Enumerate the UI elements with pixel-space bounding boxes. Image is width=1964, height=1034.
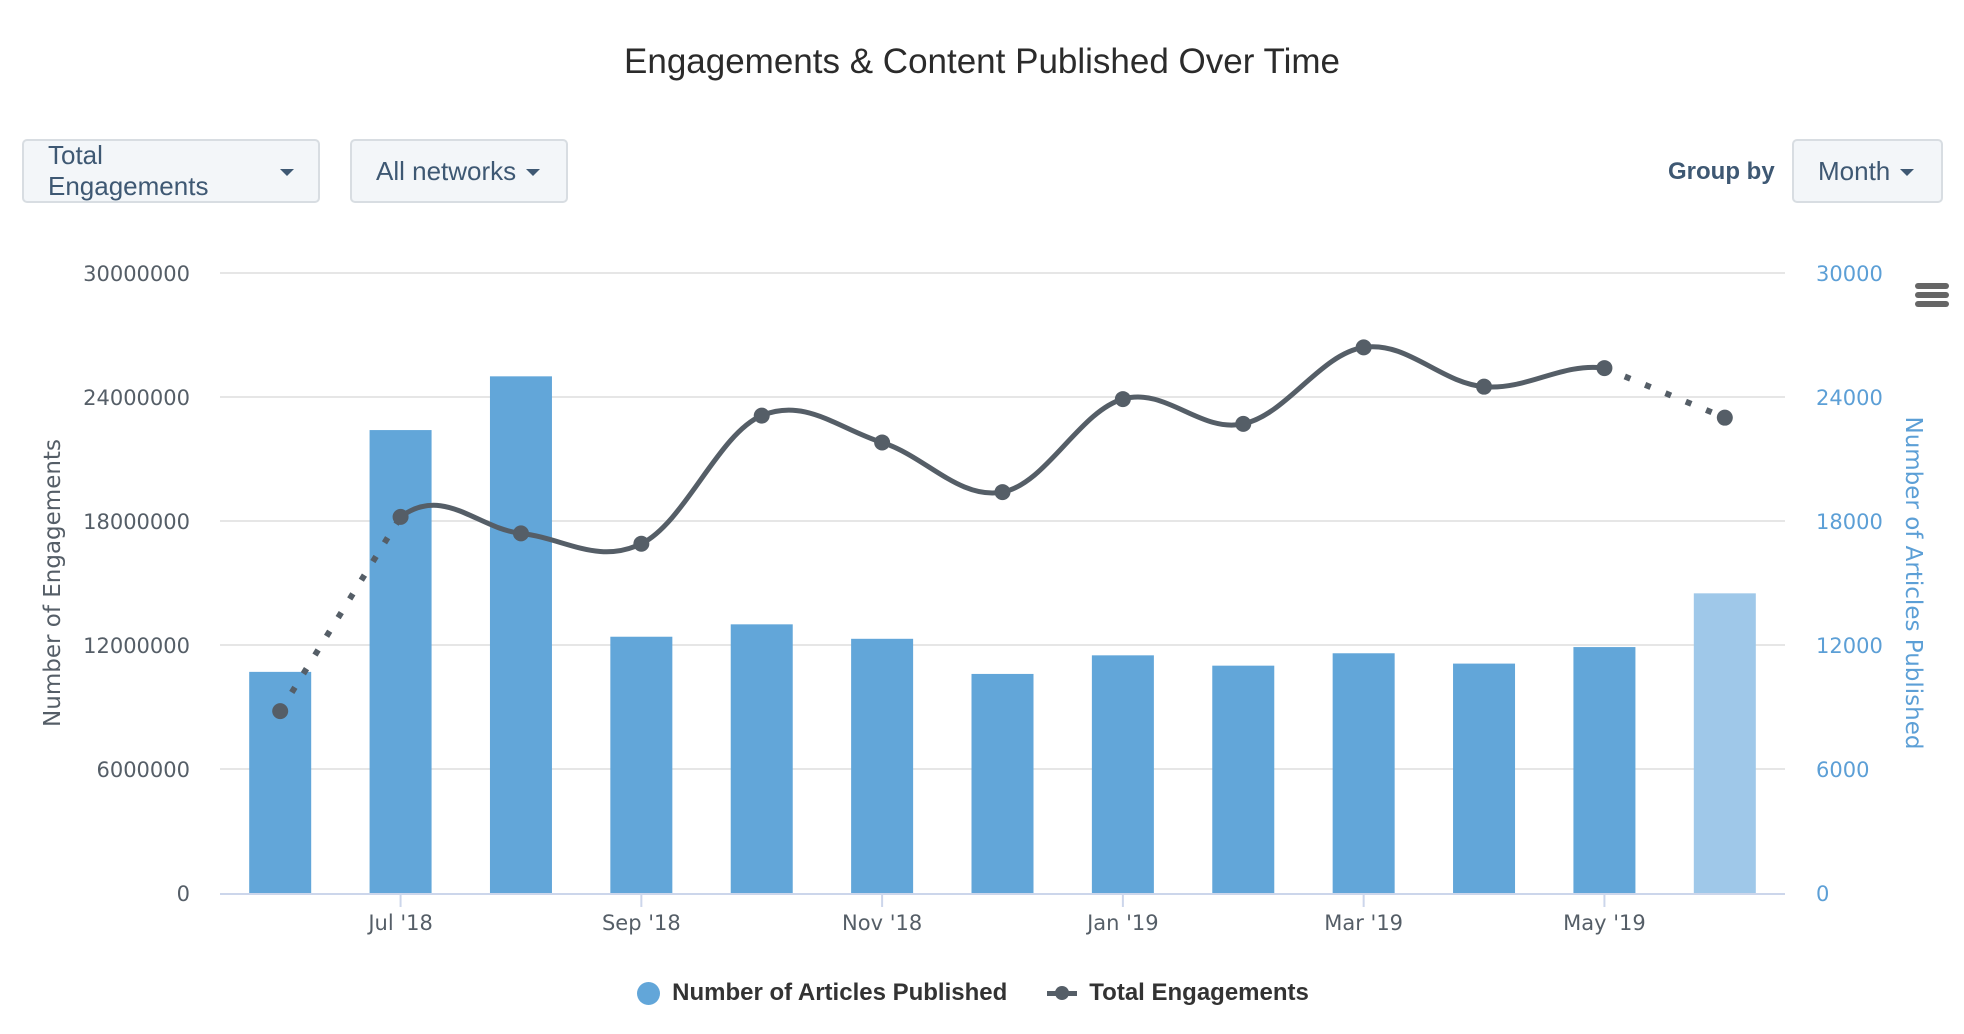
x-tick-label: Sep '18	[602, 911, 681, 935]
y-right-tick-label: 12000	[1816, 634, 1883, 658]
engagement-point[interactable]	[392, 508, 409, 525]
y-right-tick-label: 24000	[1816, 386, 1883, 410]
engagement-point[interactable]	[753, 407, 770, 424]
x-tick-label: Jul '18	[366, 911, 433, 935]
y-left-tick-label: 12000000	[83, 634, 190, 658]
y-left-tick-label: 18000000	[83, 510, 190, 534]
bar[interactable]	[1091, 655, 1154, 893]
legend-label-engagements: Total Engagements	[1089, 979, 1309, 1006]
chart-canvas: 0 6000000 12000000 18000000 24000000 30000000…	[40, 262, 1926, 935]
engagements-dotted-segment	[1603, 365, 1726, 421]
bar[interactable]	[730, 624, 793, 893]
bar-series	[249, 376, 1756, 893]
x-tick-label: Mar '19	[1324, 911, 1403, 935]
legend-label-articles: Number of Articles Published	[672, 979, 1008, 1006]
engagement-point[interactable]	[1355, 339, 1372, 356]
bar[interactable]	[369, 430, 432, 893]
engagement-point[interactable]	[633, 535, 650, 552]
y-right-tick-label: 6000	[1816, 758, 1869, 782]
engagement-point[interactable]	[1476, 378, 1493, 395]
engagement-point[interactable]	[994, 484, 1011, 501]
engagement-point[interactable]	[1596, 360, 1613, 377]
legend-circle-icon	[637, 981, 661, 1005]
x-tick-label: Jan '19	[1085, 911, 1159, 935]
engagement-point[interactable]	[1716, 409, 1733, 426]
bar[interactable]	[971, 673, 1034, 893]
y-left-axis-title: Number of Engagements	[40, 439, 66, 727]
y-left-tick-label: 0	[177, 882, 190, 906]
bar[interactable]	[610, 636, 673, 893]
legend-item-engagements[interactable]: Total Engagements	[1047, 979, 1309, 1007]
y-left-tick-label: 6000000	[96, 758, 190, 782]
y-right-axis-title: Number of Articles Published	[1900, 417, 1926, 750]
bar[interactable]	[1573, 647, 1636, 893]
engagement-point[interactable]	[1235, 415, 1252, 432]
bar[interactable]	[1212, 665, 1275, 893]
bar[interactable]	[1332, 653, 1395, 893]
legend: Number of Articles Published Total Engag…	[0, 979, 1964, 1007]
y-left-tick-label: 24000000	[83, 386, 190, 410]
engagement-point[interactable]	[512, 525, 529, 542]
bar[interactable]	[1693, 593, 1756, 893]
engagement-point[interactable]	[1114, 391, 1131, 408]
legend-line-marker-icon	[1047, 983, 1078, 1003]
y-right-tick-label: 0	[1816, 882, 1829, 906]
legend-item-articles[interactable]: Number of Articles Published	[637, 979, 1007, 1007]
y-left-tick-label: 30000000	[83, 262, 190, 286]
engagement-point[interactable]	[874, 434, 891, 451]
bar[interactable]	[1453, 663, 1516, 893]
y-right-tick-label: 18000	[1816, 510, 1883, 534]
bar[interactable]	[489, 376, 552, 893]
x-tick-label: May '19	[1563, 911, 1646, 935]
x-tick-label: Nov '18	[842, 911, 922, 935]
engagement-point[interactable]	[272, 703, 289, 720]
y-right-tick-label: 30000	[1816, 262, 1883, 286]
bar[interactable]	[851, 638, 914, 893]
